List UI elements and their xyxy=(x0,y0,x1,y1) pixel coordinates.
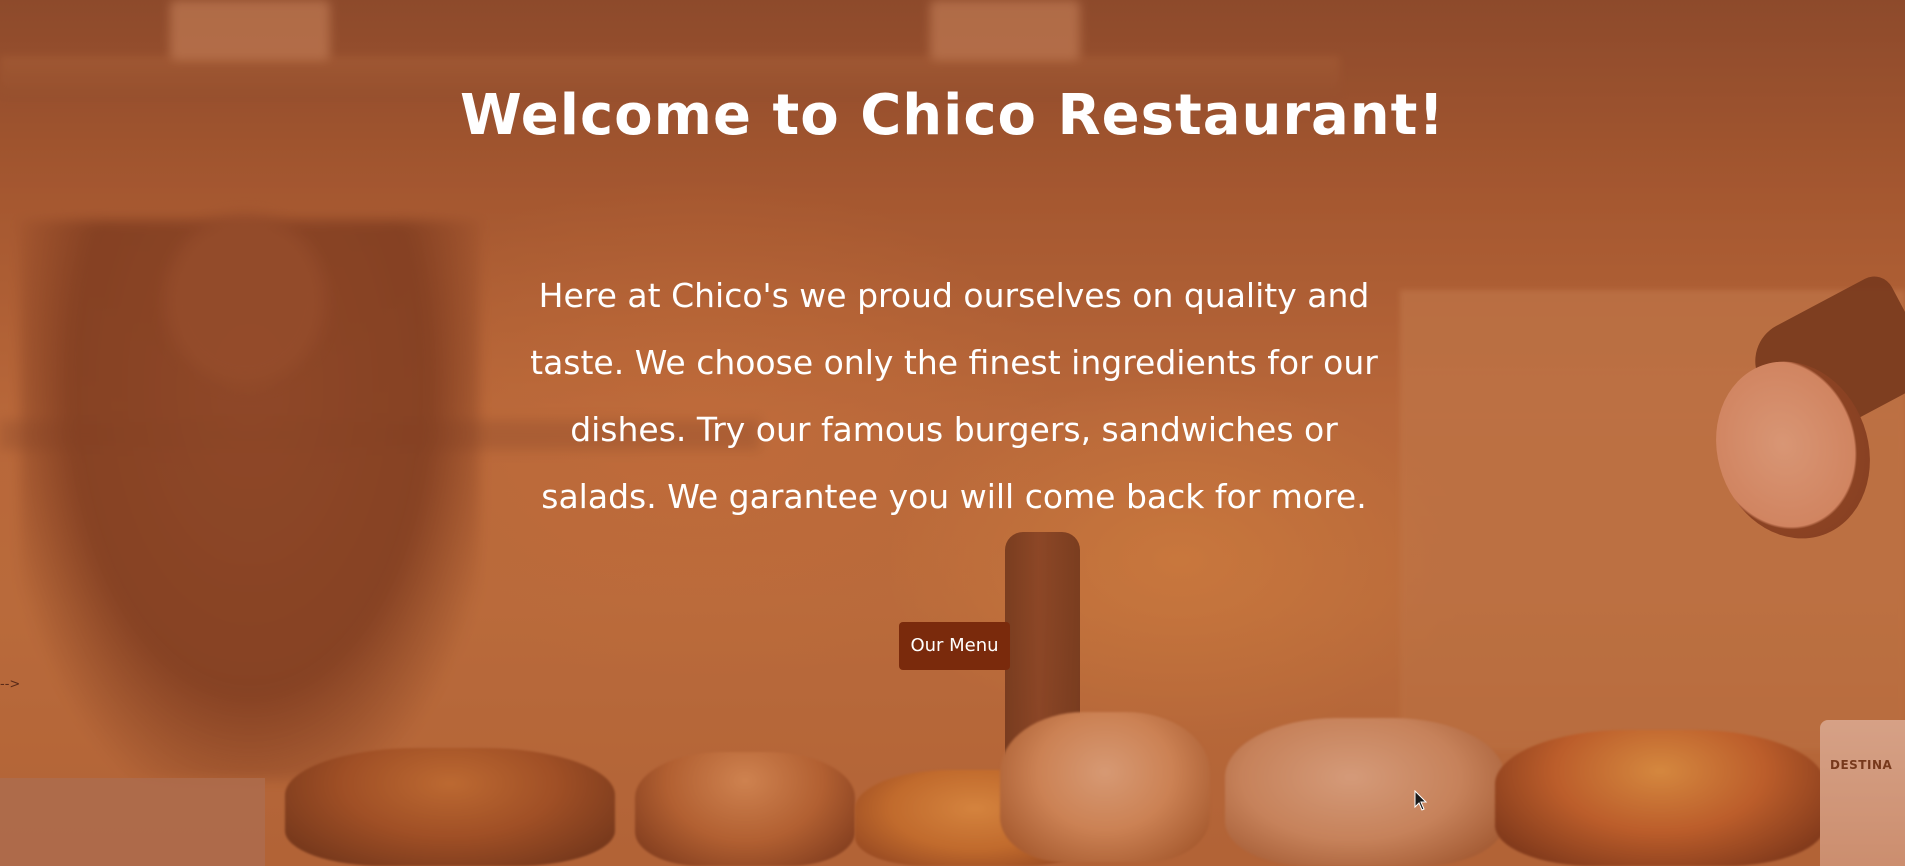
mouse-pointer-icon xyxy=(1414,790,1428,811)
our-menu-button[interactable]: Our Menu xyxy=(899,622,1010,670)
page-title: Welcome to Chico Restaurant! xyxy=(460,83,1445,148)
hero-content: Welcome to Chico Restaurant! Here at Chi… xyxy=(0,0,1905,866)
intro-paragraph: Here at Chico's we proud ourselves on qu… xyxy=(530,276,1378,516)
stray-comment-text: --> xyxy=(0,677,21,692)
